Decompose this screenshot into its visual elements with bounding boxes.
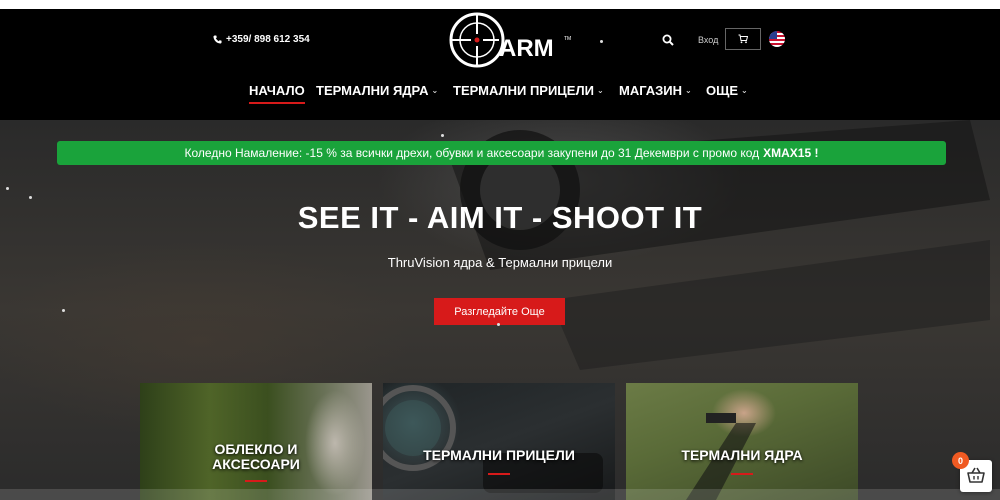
snowflake-decoration [62, 309, 65, 312]
logo-text: ARM [499, 35, 554, 62]
site-header: +359/ 898 612 354 ARM TM Вход НАЧАЛО ТЕР… [0, 9, 1000, 120]
card-underline [488, 473, 510, 475]
nav-item-label: ТЕРМАЛНИ ЯДРА [316, 83, 429, 98]
chevron-down-icon: ⌄ [741, 86, 748, 95]
card-title: ТЕРМАЛНИ ПРИЦЕЛИ [423, 447, 575, 463]
nav-item-label: ОЩЕ [706, 83, 739, 98]
phone-icon [213, 35, 222, 44]
header-cart-button[interactable] [725, 28, 761, 50]
snowflake-decoration [600, 40, 603, 43]
card-title: ТЕРМАЛНИ ЯДРА [681, 447, 803, 463]
category-card-thermal-scopes[interactable]: ТЕРМАЛНИ ПРИЦЕЛИ [383, 383, 615, 500]
bottom-strip [0, 489, 1000, 500]
main-nav: НАЧАЛО ТЕРМАЛНИ ЯДРА ⌄ ТЕРМАЛНИ ПРИЦЕЛИ … [0, 79, 1000, 109]
scope-image [383, 385, 603, 493]
nav-item-home[interactable]: НАЧАЛО [249, 83, 305, 104]
chevron-down-icon: ⌄ [685, 86, 692, 95]
cart-icon [738, 34, 748, 44]
search-icon[interactable] [662, 34, 674, 46]
logo[interactable]: ARM TM [447, 10, 577, 70]
hero-headline: SEE IT - AIM IT - SHOOT IT [297, 200, 703, 235]
card-title-line1: ОБЛЕКЛО И [214, 441, 298, 457]
snowflake-decoration [441, 134, 444, 137]
chevron-down-icon: ⌄ [431, 86, 439, 95]
card-underline [245, 480, 267, 482]
card-underline [731, 473, 753, 475]
cart-count-badge: 0 [952, 452, 969, 469]
promo-code: XMAX15 ! [763, 146, 819, 160]
hero-subline: ThruVision ядра & Термални прицели [387, 255, 613, 270]
explore-more-button[interactable]: Разгледайте Още [434, 298, 565, 325]
snowflake-decoration [6, 187, 9, 190]
nav-item-more[interactable]: ОЩЕ ⌄ [706, 83, 748, 98]
category-card-clothing[interactable]: ОБЛЕКЛО И АКСЕСОАРИ [140, 383, 372, 500]
basket-icon [967, 467, 985, 483]
phone-number: +359/ 898 612 354 [226, 34, 310, 45]
promo-text: Коледно Намаление: -15 % за всички дрехи… [184, 146, 760, 160]
snowflake-decoration [497, 323, 500, 326]
us-flag-icon[interactable] [769, 31, 785, 47]
soldier-image [686, 413, 756, 500]
phone-link[interactable]: +359/ 898 612 354 [213, 34, 310, 45]
nav-item-label: ТЕРМАЛНИ ПРИЦЕЛИ [453, 83, 594, 98]
nav-item-label: НАЧАЛО [249, 83, 305, 98]
crosshair-logo-icon: ARM TM [449, 12, 571, 68]
category-card-thermal-cores[interactable]: ТЕРМАЛНИ ЯДРА [626, 383, 858, 500]
nav-item-shop[interactable]: МАГАЗИН ⌄ [619, 83, 692, 98]
chevron-down-icon: ⌄ [596, 86, 604, 95]
page: +359/ 898 612 354 ARM TM Вход НАЧАЛО ТЕР… [0, 9, 1000, 500]
logo-tm: TM [564, 36, 571, 42]
login-link[interactable]: Вход [698, 35, 718, 45]
snowflake-decoration [29, 196, 32, 199]
nav-item-label: МАГАЗИН [619, 83, 683, 98]
promo-banner[interactable]: Коледно Намаление: -15 % за всички дрехи… [57, 141, 946, 165]
nav-item-thermal-scopes[interactable]: ТЕРМАЛНИ ПРИЦЕЛИ ⌄ [453, 83, 604, 98]
nav-item-thermal-cores[interactable]: ТЕРМАЛНИ ЯДРА ⌄ [316, 83, 438, 98]
card-title-line2: АКСЕСОАРИ [212, 456, 300, 472]
